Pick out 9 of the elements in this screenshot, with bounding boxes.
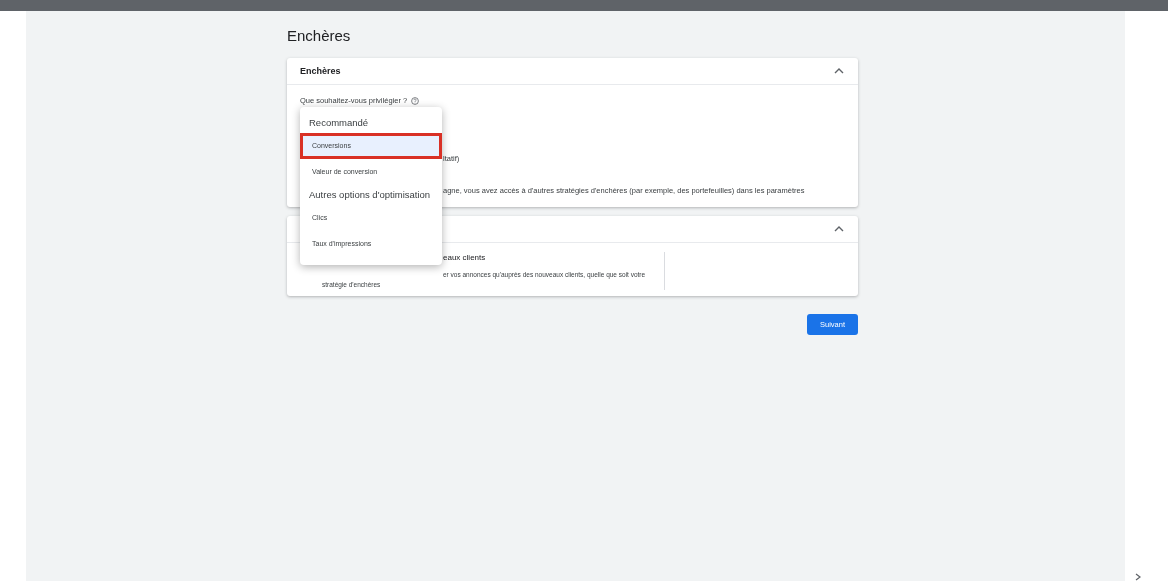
chevron-up-icon[interactable] <box>834 226 844 232</box>
menu-group-header: Autres options d'optimisation <box>308 187 432 202</box>
chevron-up-icon[interactable] <box>834 68 844 75</box>
page-title: Enchères <box>287 26 352 46</box>
chevron-right-icon[interactable] <box>1135 573 1141 581</box>
card-title: Enchères <box>300 64 341 78</box>
help-icon[interactable] <box>411 96 420 105</box>
menu-group-header: Recommandé <box>308 115 370 130</box>
option-title: eaux clients <box>443 251 487 264</box>
